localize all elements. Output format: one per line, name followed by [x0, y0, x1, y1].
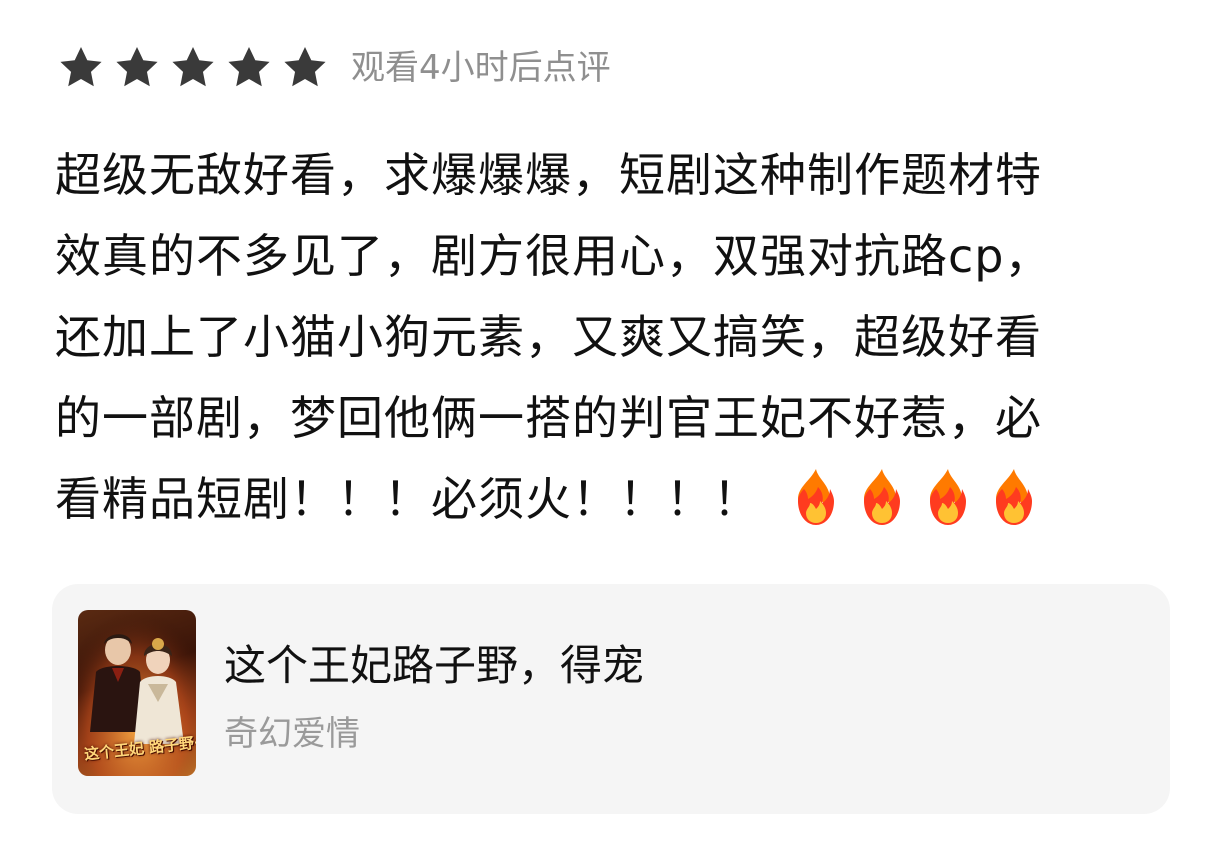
review-line: 的一部剧，梦回他俩一搭的判官王妃不好惹，必 [55, 391, 1042, 445]
watch-duration-note: 观看4小时后点评 [351, 48, 611, 88]
review-line: 超级无敌好看，求爆爆爆，短剧这种制作题材特 [55, 148, 1042, 202]
fire-icon [922, 467, 974, 527]
fire-icon [856, 467, 908, 527]
star-icon [167, 42, 219, 94]
drama-title[interactable]: 这个王妃路子野，得宠 [224, 636, 644, 696]
review-line: 还加上了小猫小狗元素，又爽又搞笑，超级好看 [55, 310, 1042, 364]
review-line: 效真的不多见了，剧方很用心，双强对抗路cp， [55, 229, 1052, 283]
drama-card[interactable]: 这个王妃 路子野·得宠 这个王妃路子野，得宠 奇幻爱情 [52, 584, 1170, 814]
star-icon [279, 42, 331, 94]
star-icon [223, 42, 275, 94]
review-text: 超级无敌好看，求爆爆爆，短剧这种制作题材特 效真的不多见了，剧方很用心，双强对抗… [55, 135, 1175, 540]
star-icon [111, 42, 163, 94]
drama-genre: 奇幻爱情 [224, 714, 360, 754]
star-rating [55, 42, 331, 94]
fire-icon [790, 467, 842, 527]
star-icon [55, 42, 107, 94]
fire-icon [988, 467, 1040, 527]
rating-row: 观看4小时后点评 [55, 38, 611, 98]
review-line-last: 看精品短剧！！！必须火！！！！ [55, 459, 1175, 540]
drama-poster[interactable]: 这个王妃 路子野·得宠 [78, 610, 196, 776]
fire-emoji-group [790, 467, 1040, 527]
review-line-text: 看精品短剧！！！必须火！！！！ [55, 472, 760, 526]
